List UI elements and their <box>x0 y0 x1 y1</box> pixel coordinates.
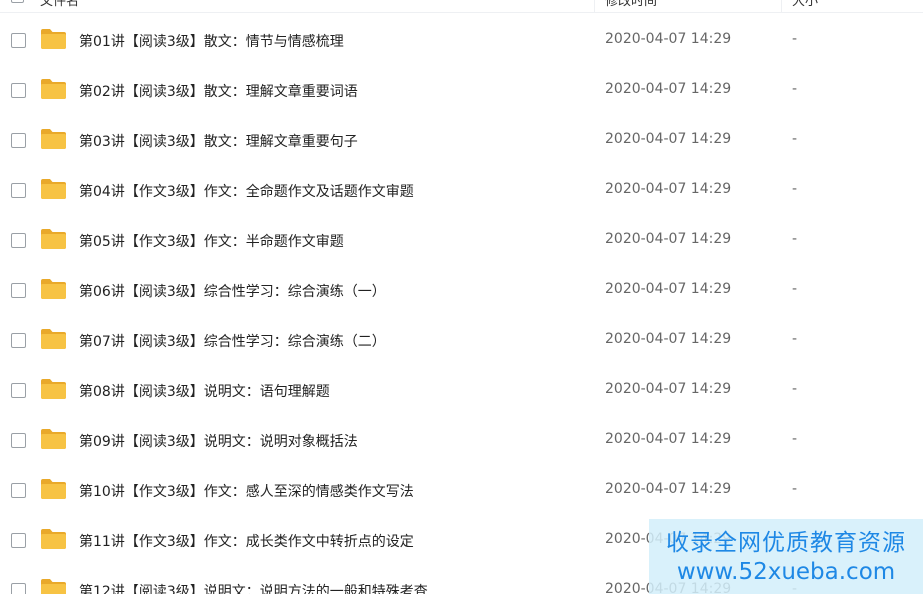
file-row[interactable]: 第03讲【阅读3级】散文：理解文章重要句子 2020-04-07 14:29 - <box>0 115 923 165</box>
file-row[interactable]: 第07讲【阅读3级】综合性学习：综合演练（二） 2020-04-07 14:29 - <box>0 315 923 365</box>
checkbox-icon[interactable] <box>11 383 26 398</box>
file-row[interactable]: 第05讲【作文3级】作文：半命题作文审题 2020-04-07 14:29 - <box>0 215 923 265</box>
modified-time: 2020-04-07 14:29 <box>605 381 732 397</box>
file-size: - <box>792 81 798 97</box>
file-row[interactable]: 第06讲【阅读3级】综合性学习：综合演练（一） 2020-04-07 14:29 - <box>0 265 923 315</box>
file-name-link[interactable]: 第10讲【作文3级】作文：感人至深的情感类作文写法 <box>79 481 414 501</box>
file-name-link[interactable]: 第03讲【阅读3级】散文：理解文章重要句子 <box>79 131 358 151</box>
file-name-link[interactable]: 第05讲【作文3级】作文：半命题作文审题 <box>79 231 344 251</box>
modified-time: 2020-04-07 14:29 <box>605 281 732 297</box>
column-header-time[interactable]: 修改时间 <box>605 0 657 9</box>
folder-icon[interactable] <box>40 578 67 594</box>
file-row[interactable]: 第02讲【阅读3级】散文：理解文章重要词语 2020-04-07 14:29 - <box>0 65 923 115</box>
modified-time: 2020-04-07 14:29 <box>605 31 732 47</box>
folder-icon[interactable] <box>40 478 67 500</box>
modified-time: 2020-04-07 14:29 <box>605 181 732 197</box>
modified-time: 2020-04-07 14:29 <box>605 81 732 97</box>
file-size: - <box>792 131 798 147</box>
watermark: 收录全网优质教育资源 www.52xueba.com <box>649 519 923 594</box>
checkbox-icon[interactable] <box>11 333 26 348</box>
file-size: - <box>792 181 798 197</box>
file-name-link[interactable]: 第01讲【阅读3级】散文：情节与情感梳理 <box>79 31 344 51</box>
file-row[interactable]: 第09讲【阅读3级】说明文：说明对象概括法 2020-04-07 14:29 - <box>0 415 923 465</box>
file-row[interactable]: 第08讲【阅读3级】说明文：语句理解题 2020-04-07 14:29 - <box>0 365 923 415</box>
folder-icon[interactable] <box>40 328 67 350</box>
file-name-link[interactable]: 第12讲【阅读3级】说明文：说明方法的一般和特殊考查 <box>79 581 428 594</box>
watermark-url: www.52xueba.com <box>676 559 896 585</box>
file-name-link[interactable]: 第04讲【作文3级】作文：全命题作文及话题作文审题 <box>79 181 414 201</box>
file-list-header: 文件名 修改时间 大小 <box>0 0 923 13</box>
checkbox-icon[interactable] <box>11 483 26 498</box>
modified-time: 2020-04-07 14:29 <box>605 231 732 247</box>
column-divider[interactable] <box>781 0 782 12</box>
file-rows: 第01讲【阅读3级】散文：情节与情感梳理 2020-04-07 14:29- 第02… <box>0 15 923 594</box>
checkbox-icon[interactable] <box>11 83 26 98</box>
checkbox-icon[interactable] <box>11 283 26 298</box>
folder-icon[interactable] <box>40 228 67 250</box>
column-header-name[interactable]: 文件名 <box>40 0 79 9</box>
file-size: - <box>792 331 798 347</box>
modified-time: 2020-04-07 14:29 <box>605 481 732 497</box>
checkbox-icon[interactable] <box>11 133 26 148</box>
file-name-link[interactable]: 第06讲【阅读3级】综合性学习：综合演练（一） <box>79 281 386 301</box>
checkbox-icon[interactable] <box>11 433 26 448</box>
file-size: - <box>792 431 798 447</box>
file-name-link[interactable]: 第02讲【阅读3级】散文：理解文章重要词语 <box>79 81 358 101</box>
file-row[interactable]: 第04讲【作文3级】作文：全命题作文及话题作文审题 2020-04-07 14:2… <box>0 165 923 215</box>
file-size: - <box>792 281 798 297</box>
checkbox-icon[interactable] <box>11 183 26 198</box>
folder-icon[interactable] <box>40 128 67 150</box>
file-size: - <box>792 31 798 47</box>
checkbox-icon[interactable] <box>11 33 26 48</box>
file-name-link[interactable]: 第07讲【阅读3级】综合性学习：综合演练（二） <box>79 331 386 351</box>
modified-time: 2020-04-07 14:29 <box>605 131 732 147</box>
watermark-slogan: 收录全网优质教育资源 <box>666 530 906 556</box>
file-name-link[interactable]: 第11讲【作文3级】作文：成长类作文中转折点的设定 <box>79 531 414 551</box>
file-size: - <box>792 231 798 247</box>
file-row[interactable]: 第01讲【阅读3级】散文：情节与情感梳理 2020-04-07 14:29 - <box>0 15 923 65</box>
column-header-size[interactable]: 大小 <box>792 0 818 9</box>
folder-icon[interactable] <box>40 378 67 400</box>
checkbox-icon[interactable] <box>11 533 26 548</box>
file-row[interactable]: 第10讲【作文3级】作文：感人至深的情感类作文写法 2020-04-07 14:2… <box>0 465 923 515</box>
select-all-checkbox[interactable] <box>11 0 24 3</box>
modified-time: 2020-04-07 14:29 <box>605 431 732 447</box>
checkbox-icon[interactable] <box>11 583 26 594</box>
folder-icon[interactable] <box>40 28 67 50</box>
folder-icon[interactable] <box>40 178 67 200</box>
modified-time: 2020-04-07 14:29 <box>605 331 732 347</box>
file-name-link[interactable]: 第09讲【阅读3级】说明文：说明对象概括法 <box>79 431 358 451</box>
column-divider[interactable] <box>594 0 595 12</box>
folder-icon[interactable] <box>40 278 67 300</box>
file-size: - <box>792 481 798 497</box>
file-list: 文件名 修改时间 大小 第01讲【阅读3级】散文：情节与情感梳理 2020-04-… <box>0 0 923 594</box>
folder-icon[interactable] <box>40 78 67 100</box>
file-name-link[interactable]: 第08讲【阅读3级】说明文：语句理解题 <box>79 381 330 401</box>
folder-icon[interactable] <box>40 428 67 450</box>
folder-icon[interactable] <box>40 528 67 550</box>
file-size: - <box>792 381 798 397</box>
checkbox-icon[interactable] <box>11 233 26 248</box>
